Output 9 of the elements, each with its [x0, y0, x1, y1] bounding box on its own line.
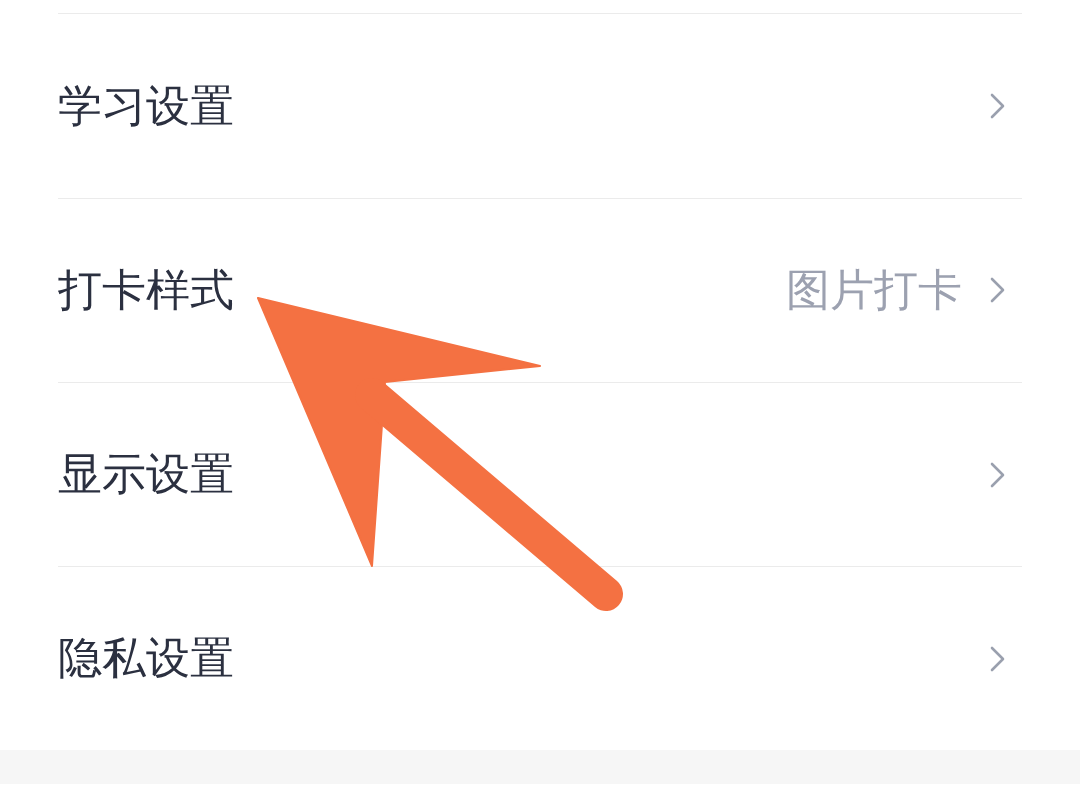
chevron-right-icon: [990, 645, 1006, 672]
setting-label: 打卡样式: [58, 264, 234, 317]
chevron-right-icon: [990, 277, 1006, 304]
setting-value: 图片打卡: [786, 264, 962, 317]
setting-label: 显示设置: [58, 448, 234, 501]
setting-label: 学习设置: [58, 79, 234, 133]
setting-label: 隐私设置: [58, 632, 234, 685]
chevron-right-icon: [990, 461, 1006, 488]
chevron-right-icon: [990, 93, 1006, 119]
